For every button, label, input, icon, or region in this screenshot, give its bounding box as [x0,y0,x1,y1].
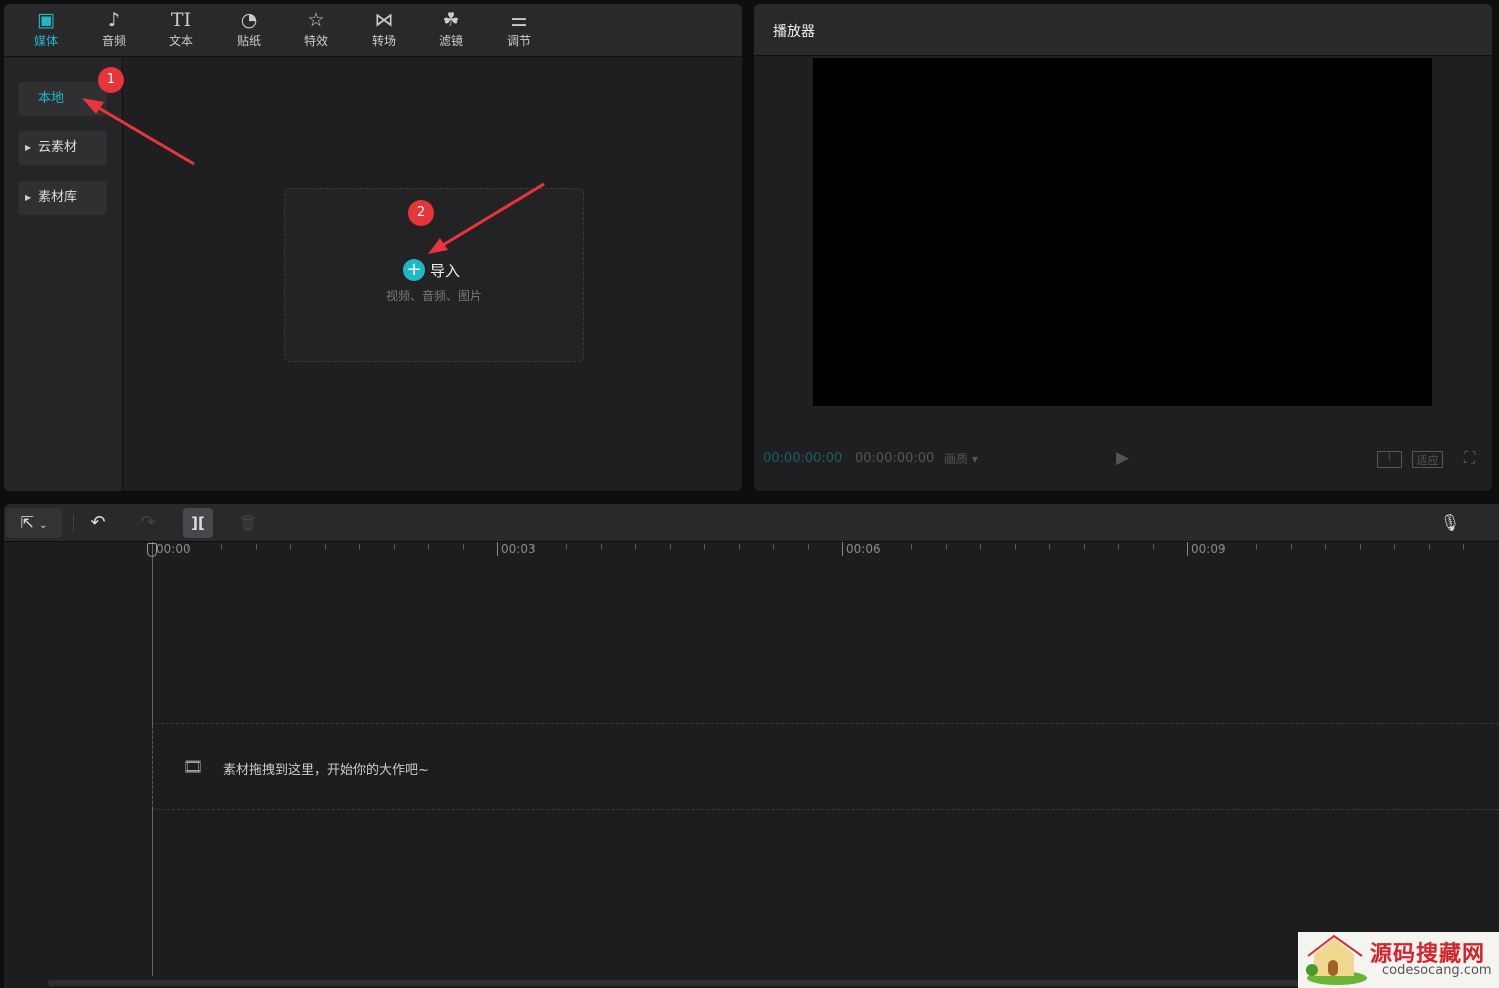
ruler-tick [359,544,360,550]
ruler-tick [566,544,567,550]
ruler-tick [600,544,602,550]
waveform-icon[interactable]: ⌇ [1377,451,1402,468]
ruler-label: 00:00 [152,542,191,556]
ruler-tick [324,544,326,550]
watermark-logo: 源码搜藏网 codesocang.com [1298,932,1499,988]
ruler-tick [1359,544,1361,550]
ruler-tick [1290,544,1292,550]
divider [73,514,74,532]
ruler-tick [704,544,705,550]
cursor-icon: ⇱ [20,513,34,532]
ruler-label: 00:06 [842,542,881,556]
time-ruler[interactable] [4,542,1499,558]
ruler-tick [393,544,395,550]
ruler-tick [1428,544,1430,550]
ruler-tick [221,544,222,550]
ruler-tick [807,544,809,550]
select-tool-button[interactable]: ⇱ ⌄ [6,508,62,538]
ruler-tick [1083,544,1085,550]
watermark-url: codesocang.com [1382,963,1492,978]
fit-button[interactable]: 适应 [1412,451,1443,468]
drop-hint: 素材拖拽到这里，开始你的大作吧~ [223,763,429,778]
ruler-label: 00:09 [1187,542,1226,556]
ruler-tick [773,544,774,550]
film-icon: 🎞 [183,757,204,776]
microphone-icon[interactable]: 🎙 [1438,508,1462,538]
playhead-handle[interactable] [147,543,157,557]
current-time: 00:00:00:00 [763,451,843,466]
player-panel: 播放器 00:00:00:00 00:00:00:00 画质 ▾ ▶ ⌇ 适应 … [754,4,1492,491]
ruler-tick [980,544,981,550]
play-icon[interactable]: ▶ [1116,448,1129,468]
ruler-tick [1152,544,1154,550]
player-header: 播放器 [754,4,1492,56]
media-panel: ▣ 媒体 ♪ 音频 TI 文本 ◔ 贴纸 ☆ 特效 ⋈ 转场 ☘ 滤镜 ⚌ 调节 本地 ▶ 云素材… [4,4,742,491]
ruler-tick [635,544,636,550]
chevron-down-icon: ⌄ [39,520,48,531]
ruler-tick [1256,544,1257,550]
ruler-tick [1325,544,1326,550]
ruler-tick [1118,544,1119,550]
video-preview[interactable] [813,58,1432,406]
ruler-tick [669,544,671,550]
annotation-arrows [82,98,545,254]
ruler-tick [1049,544,1050,550]
ruler-tick [1014,544,1016,550]
redo-icon[interactable]: ↷ [136,508,160,538]
horizontal-scrollbar[interactable] [48,980,1308,986]
house-logo-icon [1306,934,1367,985]
ruler-tick [428,544,429,550]
ruler-tick [1463,544,1464,550]
ruler-tick [255,544,257,550]
fullscreen-icon[interactable]: ⛶ [1464,448,1475,468]
timeline: 00:00 00:03 00:06 00:09 🎞 素材拖拽到这里，开始你的大作… [4,542,1499,988]
timeline-toolbar: ⇱ ⌄ ↶ ↷ ][ 🗑 🎙 [4,504,1499,541]
delete-icon[interactable]: 🗑 [236,508,260,538]
player-title: 播放器 [773,24,815,40]
ruler-tick [738,544,740,550]
ruler-tick [911,544,912,550]
split-icon[interactable]: ][ [183,508,213,538]
undo-icon[interactable]: ↶ [86,508,110,538]
total-time: 00:00:00:00 [855,451,935,466]
main-track-dropzone[interactable]: 🎞 素材拖拽到这里，开始你的大作吧~ [152,723,1499,810]
quality-dropdown[interactable]: 画质 ▾ [944,450,978,467]
ruler-tick [1394,544,1395,550]
ruler-tick [462,544,464,550]
ruler-label: 00:03 [497,542,536,556]
ruler-tick [290,544,291,550]
ruler-tick [945,544,947,550]
